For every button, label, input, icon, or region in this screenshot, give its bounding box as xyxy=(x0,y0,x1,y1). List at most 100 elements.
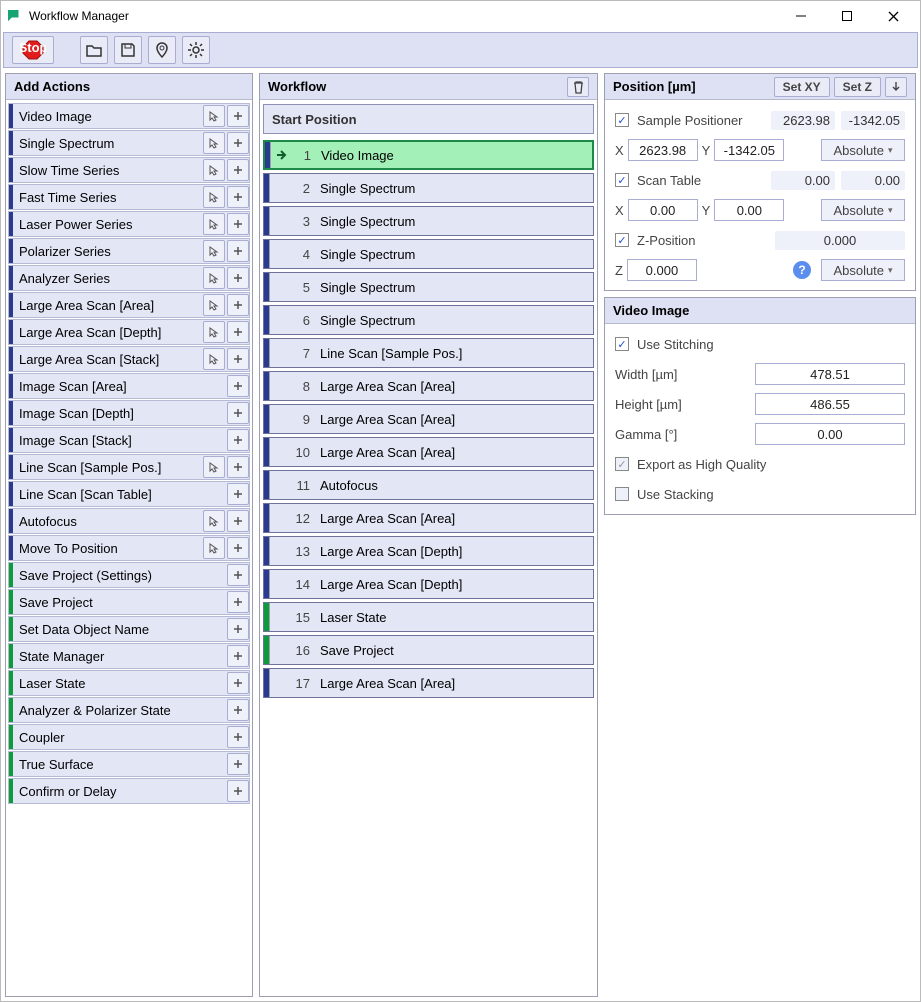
pick-position-icon[interactable] xyxy=(203,159,225,181)
workflow-item[interactable]: 11 Autofocus xyxy=(263,470,594,500)
export-hq-checkbox[interactable]: ✓ xyxy=(615,457,629,471)
add-icon[interactable] xyxy=(227,267,249,289)
workflow-item[interactable]: 2 Single Spectrum xyxy=(263,173,594,203)
pick-position-icon[interactable] xyxy=(203,186,225,208)
pick-position-icon[interactable] xyxy=(203,105,225,127)
add-icon[interactable] xyxy=(227,564,249,586)
z-position-checkbox[interactable]: ✓ xyxy=(615,233,629,247)
sample-mode-select[interactable]: Absolute▾ xyxy=(821,139,905,161)
workflow-item[interactable]: 6 Single Spectrum xyxy=(263,305,594,335)
use-stitching-checkbox[interactable]: ✓ xyxy=(615,337,629,351)
add-icon[interactable] xyxy=(227,105,249,127)
workflow-item[interactable]: 7 Line Scan [Sample Pos.] xyxy=(263,338,594,368)
pick-position-icon[interactable] xyxy=(203,510,225,532)
action-item[interactable]: Image Scan [Area] xyxy=(8,373,250,399)
stop-button[interactable]: Stop xyxy=(12,36,54,64)
action-item[interactable]: Single Spectrum xyxy=(8,130,250,156)
action-item[interactable]: Fast Time Series xyxy=(8,184,250,210)
location-button[interactable] xyxy=(148,36,176,64)
scan-table-checkbox[interactable]: ✓ xyxy=(615,173,629,187)
apply-down-button[interactable] xyxy=(885,77,907,97)
width-input[interactable] xyxy=(755,363,905,385)
add-icon[interactable] xyxy=(227,645,249,667)
add-icon[interactable] xyxy=(227,456,249,478)
pick-position-icon[interactable] xyxy=(203,321,225,343)
add-icon[interactable] xyxy=(227,240,249,262)
add-icon[interactable] xyxy=(227,726,249,748)
height-input[interactable] xyxy=(755,393,905,415)
set-xy-button[interactable]: Set XY xyxy=(774,77,830,97)
action-item[interactable]: Set Data Object Name xyxy=(8,616,250,642)
action-item[interactable]: True Surface xyxy=(8,751,250,777)
add-icon[interactable] xyxy=(227,375,249,397)
scan-x-input[interactable] xyxy=(628,199,698,221)
pick-position-icon[interactable] xyxy=(203,132,225,154)
sample-y-input[interactable] xyxy=(714,139,784,161)
workflow-item[interactable]: 3 Single Spectrum xyxy=(263,206,594,236)
workflow-item[interactable]: 16 Save Project xyxy=(263,635,594,665)
add-icon[interactable] xyxy=(227,348,249,370)
workflow-item[interactable]: 8 Large Area Scan [Area] xyxy=(263,371,594,401)
pick-position-icon[interactable] xyxy=(203,267,225,289)
save-button[interactable] xyxy=(114,36,142,64)
close-button[interactable] xyxy=(870,1,916,31)
pick-position-icon[interactable] xyxy=(203,240,225,262)
action-item[interactable]: Analyzer & Polarizer State xyxy=(8,697,250,723)
add-icon[interactable] xyxy=(227,402,249,424)
use-stacking-checkbox[interactable]: ✓ xyxy=(615,487,629,501)
action-item[interactable]: Image Scan [Depth] xyxy=(8,400,250,426)
action-item[interactable]: Image Scan [Stack] xyxy=(8,427,250,453)
settings-button[interactable] xyxy=(182,36,210,64)
add-icon[interactable] xyxy=(227,672,249,694)
workflow-item[interactable]: 10 Large Area Scan [Area] xyxy=(263,437,594,467)
workflow-item[interactable]: 17 Large Area Scan [Area] xyxy=(263,668,594,698)
add-icon[interactable] xyxy=(227,483,249,505)
workflow-item[interactable]: 14 Large Area Scan [Depth] xyxy=(263,569,594,599)
workflow-item[interactable]: 4 Single Spectrum xyxy=(263,239,594,269)
add-icon[interactable] xyxy=(227,132,249,154)
action-item[interactable]: Move To Position xyxy=(8,535,250,561)
gamma-input[interactable] xyxy=(755,423,905,445)
workflow-item[interactable]: 15 Laser State xyxy=(263,602,594,632)
action-item[interactable]: Save Project (Settings) xyxy=(8,562,250,588)
scan-y-input[interactable] xyxy=(714,199,784,221)
workflow-item[interactable]: 13 Large Area Scan [Depth] xyxy=(263,536,594,566)
add-icon[interactable] xyxy=(227,159,249,181)
scan-mode-select[interactable]: Absolute▾ xyxy=(821,199,905,221)
action-item[interactable]: Line Scan [Scan Table] xyxy=(8,481,250,507)
action-item[interactable]: Save Project xyxy=(8,589,250,615)
workflow-item[interactable]: 9 Large Area Scan [Area] xyxy=(263,404,594,434)
action-item[interactable]: Confirm or Delay xyxy=(8,778,250,804)
add-icon[interactable] xyxy=(227,429,249,451)
add-icon[interactable] xyxy=(227,780,249,802)
open-button[interactable] xyxy=(80,36,108,64)
add-icon[interactable] xyxy=(227,510,249,532)
action-item[interactable]: State Manager xyxy=(8,643,250,669)
action-item[interactable]: Slow Time Series xyxy=(8,157,250,183)
add-icon[interactable] xyxy=(227,294,249,316)
action-item[interactable]: Laser Power Series xyxy=(8,211,250,237)
pick-position-icon[interactable] xyxy=(203,537,225,559)
action-item[interactable]: Polarizer Series xyxy=(8,238,250,264)
pick-position-icon[interactable] xyxy=(203,294,225,316)
action-item[interactable]: Autofocus xyxy=(8,508,250,534)
workflow-item[interactable]: 1 Video Image xyxy=(263,140,594,170)
add-icon[interactable] xyxy=(227,537,249,559)
sample-x-input[interactable] xyxy=(628,139,698,161)
z-mode-select[interactable]: Absolute▾ xyxy=(821,259,905,281)
add-icon[interactable] xyxy=(227,618,249,640)
minimize-button[interactable] xyxy=(778,1,824,31)
add-icon[interactable] xyxy=(227,321,249,343)
action-item[interactable]: Large Area Scan [Stack] xyxy=(8,346,250,372)
action-item[interactable]: Video Image xyxy=(8,103,250,129)
set-z-button[interactable]: Set Z xyxy=(834,77,881,97)
action-item[interactable]: Large Area Scan [Area] xyxy=(8,292,250,318)
pick-position-icon[interactable] xyxy=(203,456,225,478)
z-input[interactable] xyxy=(627,259,697,281)
pick-position-icon[interactable] xyxy=(203,213,225,235)
add-icon[interactable] xyxy=(227,699,249,721)
sample-positioner-checkbox[interactable]: ✓ xyxy=(615,113,629,127)
add-icon[interactable] xyxy=(227,591,249,613)
workflow-start-item[interactable]: Start Position xyxy=(263,104,594,134)
maximize-button[interactable] xyxy=(824,1,870,31)
